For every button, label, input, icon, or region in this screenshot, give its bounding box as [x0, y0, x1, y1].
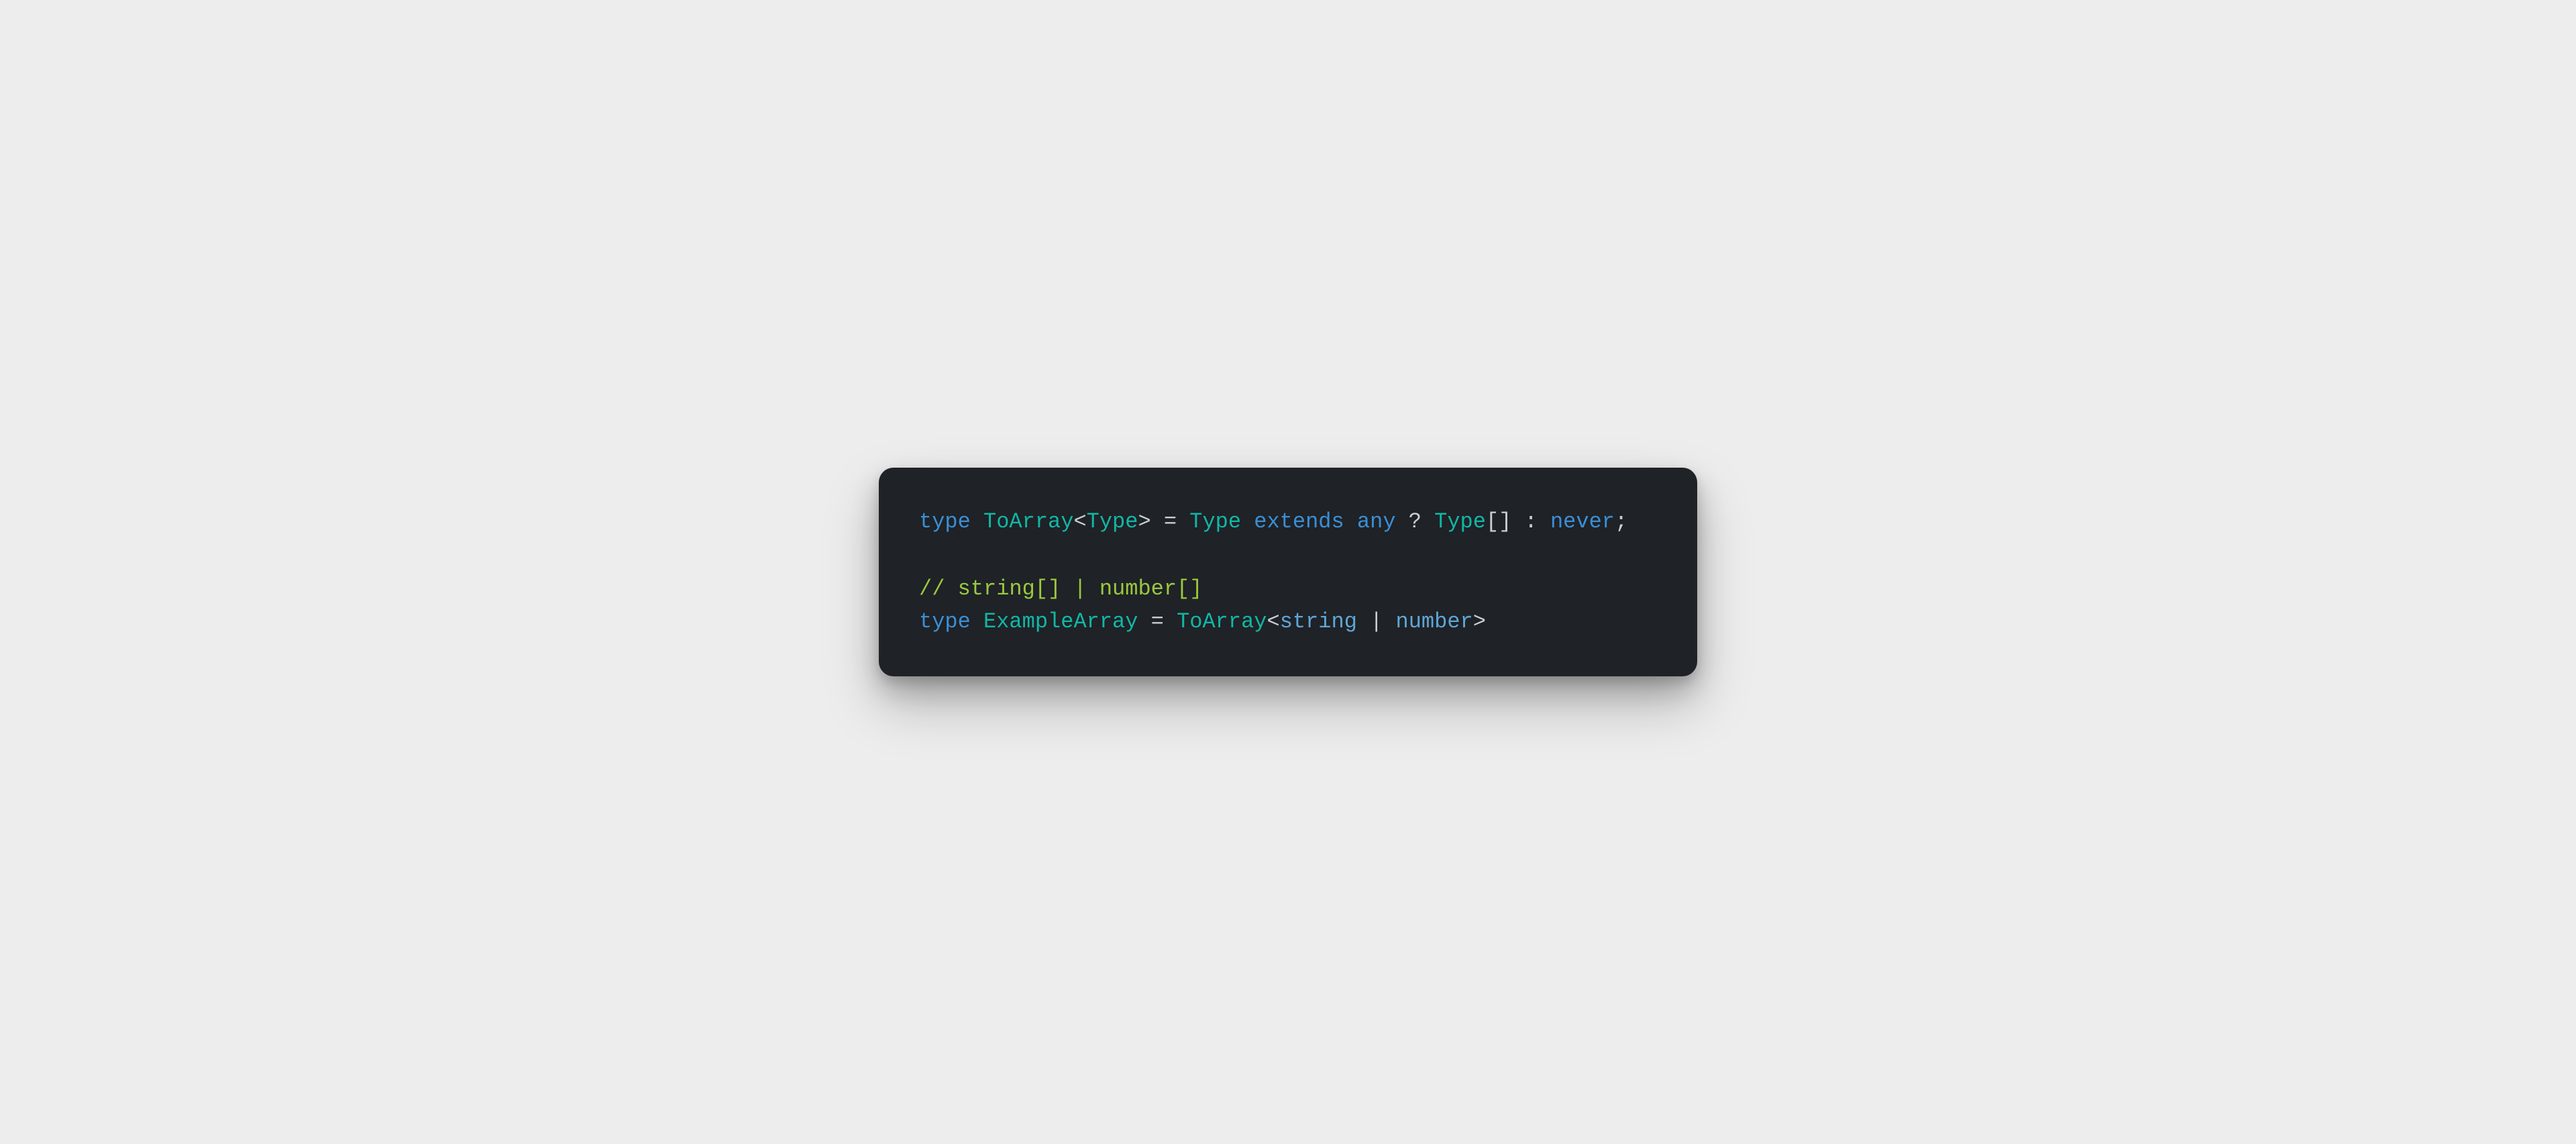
union-pipe: | [1357, 609, 1396, 634]
type-name-examplearray: ExampleArray [983, 609, 1138, 634]
angle-close: > [1138, 509, 1150, 534]
array-colon: [] : [1486, 509, 1550, 534]
type-ref-type: Type [1189, 509, 1241, 534]
space [971, 609, 983, 634]
code-snippet-card: type ToArray<Type> = Type extends any ? … [879, 468, 1697, 676]
code-line-4: type ExampleArray = ToArray<string | num… [919, 609, 1486, 634]
angle-open: < [1073, 509, 1086, 534]
space [971, 509, 983, 534]
space [1241, 509, 1254, 534]
builtin-type-number: number [1396, 609, 1473, 634]
builtin-type-string: string [1280, 609, 1357, 634]
code-line-1: type ToArray<Type> = Type extends any ? … [919, 509, 1627, 534]
code-line-3: // string[] | number[] [919, 576, 1202, 601]
type-ref-toarray: ToArray [1177, 609, 1267, 634]
equals: = [1138, 609, 1177, 634]
semicolon: ; [1615, 509, 1627, 534]
keyword-any: any [1357, 509, 1396, 534]
ternary-q: ? [1396, 509, 1435, 534]
type-name-toarray: ToArray [983, 509, 1073, 534]
angle-close: > [1473, 609, 1486, 634]
space [1344, 509, 1357, 534]
equals: = [1151, 509, 1190, 534]
type-ref-type: Type [1434, 509, 1486, 534]
keyword-extends: extends [1254, 509, 1344, 534]
type-param-type: Type [1087, 509, 1138, 534]
keyword-type: type [919, 609, 971, 634]
comment: // string[] | number[] [919, 576, 1202, 601]
keyword-never: never [1550, 509, 1615, 534]
code-block: type ToArray<Type> = Type extends any ? … [919, 505, 1657, 638]
angle-open: < [1267, 609, 1279, 634]
keyword-type: type [919, 509, 971, 534]
